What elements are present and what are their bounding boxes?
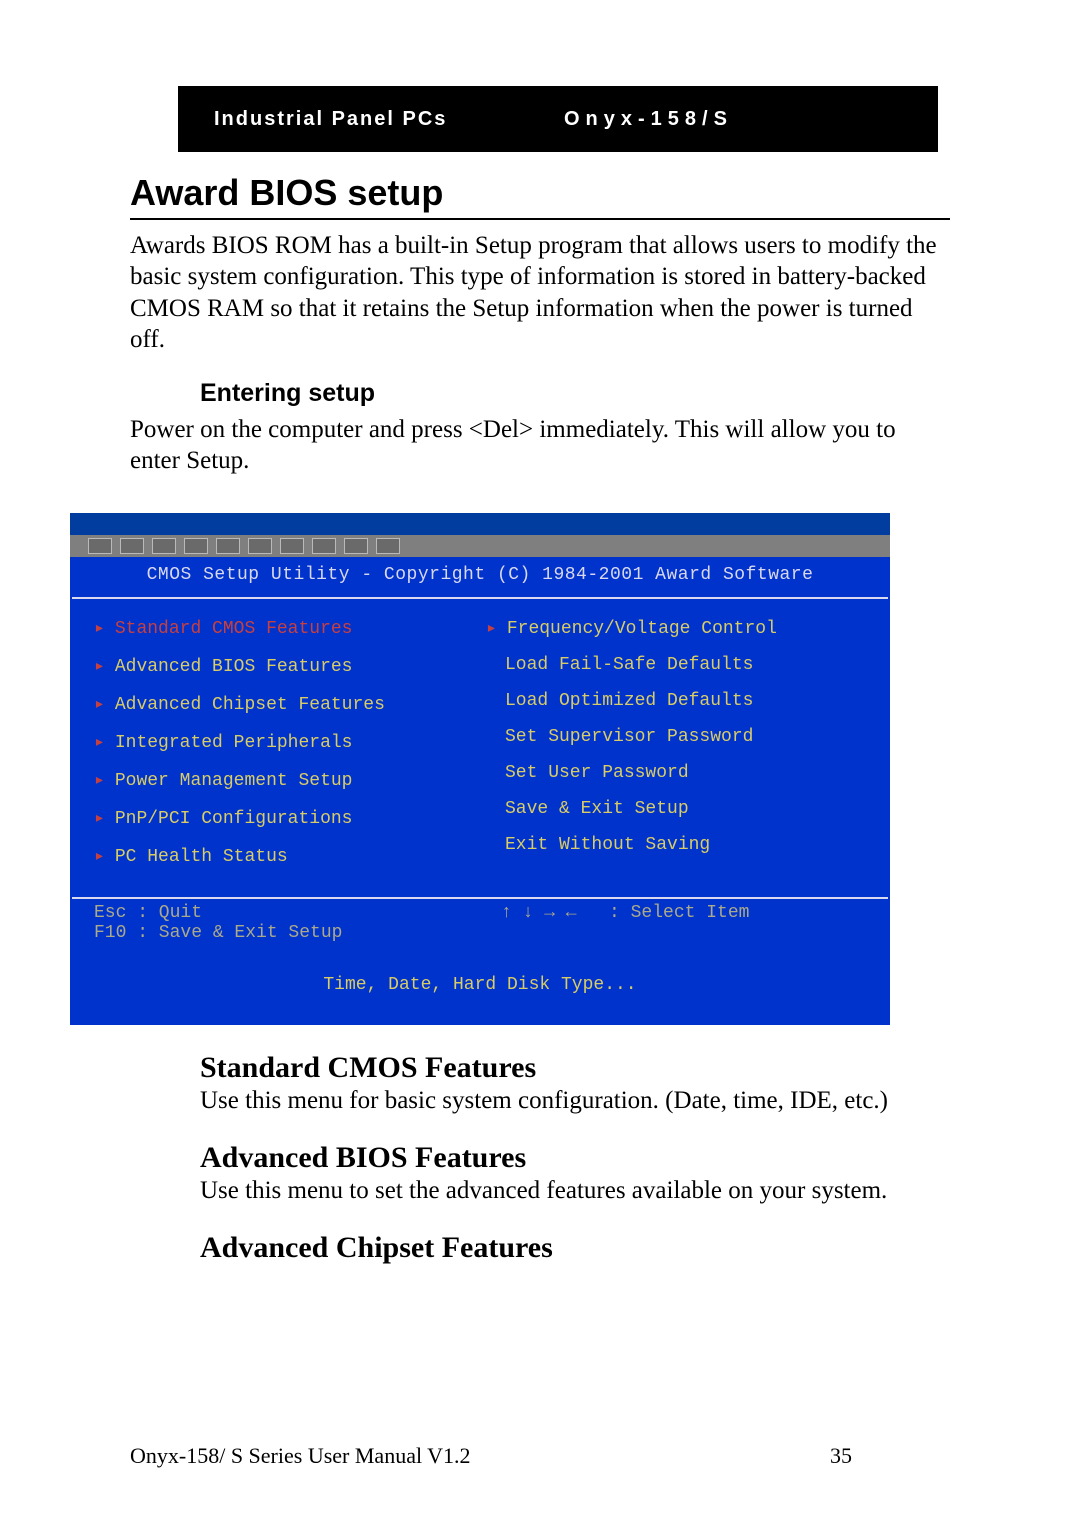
bios-menu-item[interactable]: Save & Exit Setup [486, 799, 878, 819]
bios-menu-item[interactable]: ▸ PnP/PCI Configurations [94, 807, 486, 829]
bios-menu-item[interactable]: ▸ Advanced BIOS Features [94, 655, 486, 677]
page-title: Award BIOS setup [130, 172, 950, 220]
bios-menu-label: Exit Without Saving [505, 835, 710, 855]
toolbar-icon [376, 538, 400, 554]
entering-setup-body: Power on the computer and press <Del> im… [130, 414, 950, 477]
bios-right-column: ▸ Frequency/Voltage Control Load Fail-Saf… [486, 617, 878, 883]
toolbar-icon [152, 538, 176, 554]
triangle-right-icon: ▸ [94, 733, 105, 753]
toolbar-icon [216, 538, 240, 554]
bios-menu-item[interactable]: ▸ Integrated Peripherals [94, 731, 486, 753]
bios-keys: Esc : Quit F10 : Save & Exit Setup ↑ ↓ →… [72, 899, 888, 947]
entering-setup-head: Entering setup [200, 379, 950, 408]
bios-menu-item[interactable]: ▸ Standard CMOS Features [94, 617, 486, 639]
header-left: Industrial Panel PCs [178, 108, 504, 131]
bios-menu-item[interactable]: Set User Password [486, 763, 878, 783]
toolbar-icon [184, 538, 208, 554]
footer-page: 35 [830, 1443, 950, 1469]
section-head: Advanced BIOS Features [200, 1141, 950, 1175]
toolbar-icon [280, 538, 304, 554]
triangle-right-icon: ▸ [486, 619, 497, 639]
bios-keys-right: ↑ ↓ → ← : Select Item [471, 903, 878, 943]
bios-menu-item[interactable]: Load Optimized Defaults [486, 691, 878, 711]
bios-left-column: ▸ Standard CMOS Features ▸ Advanced BIOS Fe… [94, 617, 486, 883]
bios-toolbar [70, 535, 890, 557]
toolbar-icon [344, 538, 368, 554]
bios-menu-item[interactable]: Exit Without Saving [486, 835, 878, 855]
bios-keys-left: Esc : Quit F10 : Save & Exit Setup [94, 903, 471, 943]
header-right: Onyx-158/S [504, 108, 733, 131]
triangle-right-icon: ▸ [94, 809, 105, 829]
toolbar-icon [120, 538, 144, 554]
triangle-right-icon: ▸ [94, 771, 105, 791]
bios-menu-label: Frequency/Voltage Control [507, 619, 777, 639]
bios-menu-label: Advanced BIOS Features [115, 657, 353, 677]
bios-menu-label: Set User Password [505, 763, 689, 783]
bios-screenshot: CMOS Setup Utility - Copyright (C) 1984-… [70, 513, 890, 1025]
section-head: Standard CMOS Features [200, 1051, 950, 1085]
section-body: Use this menu for basic system configura… [200, 1087, 950, 1115]
bios-menu-item[interactable]: ▸ Frequency/Voltage Control [486, 617, 878, 639]
bios-menu-item[interactable]: ▸ PC Health Status [94, 845, 486, 867]
bios-menu-label: Save & Exit Setup [505, 799, 689, 819]
bios-menu-label: Advanced Chipset Features [115, 695, 385, 715]
footer: Onyx-158/ S Series User Manual V1.2 35 [130, 1443, 950, 1469]
bios-menu-label: Load Optimized Defaults [505, 691, 753, 711]
bios-menu-item[interactable]: Load Fail-Safe Defaults [486, 655, 878, 675]
intro-paragraph: Awards BIOS ROM has a built-in Setup pro… [130, 230, 950, 355]
bios-menu-label: Power Management Setup [115, 771, 353, 791]
bios-menu-item[interactable]: ▸ Advanced Chipset Features [94, 693, 486, 715]
footer-name: Onyx-158/ S Series User Manual V1.2 [130, 1443, 830, 1469]
triangle-right-icon: ▸ [94, 657, 105, 677]
bios-heading: CMOS Setup Utility - Copyright (C) 1984-… [72, 559, 888, 599]
bios-menu-item[interactable]: ▸ Power Management Setup [94, 769, 486, 791]
bios-titlebar [70, 513, 890, 535]
bios-menu-label: Set Supervisor Password [505, 727, 753, 747]
bios-menu-label: Load Fail-Safe Defaults [505, 655, 753, 675]
header-bar: Industrial Panel PCs Onyx-158/S [178, 86, 938, 152]
toolbar-icon [248, 538, 272, 554]
bios-body: CMOS Setup Utility - Copyright (C) 1984-… [70, 557, 890, 949]
toolbar-icon [88, 538, 112, 554]
bios-menu-label: PnP/PCI Configurations [115, 809, 353, 829]
toolbar-icon [312, 538, 336, 554]
section-body: Use this menu to set the advanced featur… [200, 1177, 950, 1205]
triangle-right-icon: ▸ [94, 695, 105, 715]
bios-menu-label: PC Health Status [115, 847, 288, 867]
section-head: Advanced Chipset Features [200, 1231, 950, 1265]
bios-menu-label: Standard CMOS Features [115, 619, 353, 639]
triangle-right-icon: ▸ [94, 847, 105, 867]
triangle-right-icon: ▸ [94, 619, 105, 639]
bios-menu-item[interactable]: Set Supervisor Password [486, 727, 878, 747]
bios-hint: Time, Date, Hard Disk Type... [70, 949, 890, 1025]
bios-menu-label: Integrated Peripherals [115, 733, 353, 753]
